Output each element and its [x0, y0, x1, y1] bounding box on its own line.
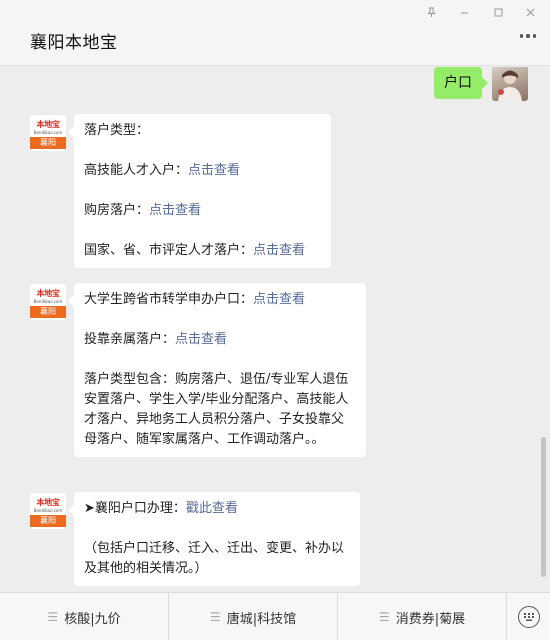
menu-icon: ☰ — [209, 610, 221, 624]
message-paragraph: （包括户口迁移、迁入、迁出、变更、补办以及其他的相关情况。） — [84, 541, 345, 576]
message-line: 大学生跨省市转学申办户口：点击查看 — [84, 292, 306, 307]
menu-icon: ☰ — [378, 610, 390, 624]
message-line: ➤襄阳户口办理：戳此查看 — [84, 501, 238, 516]
account-avatar[interactable]: 本地宝 Bendibao.com 襄阳 — [30, 284, 66, 320]
view-link[interactable]: 点击查看 — [149, 203, 201, 218]
view-link[interactable]: 点击查看 — [253, 292, 305, 307]
message-bubble[interactable]: 大学生跨省市转学申办户口：点击查看 投靠亲属落户：点击查看 落户类型包含：购房落… — [68, 283, 366, 457]
chat-scrollbar[interactable] — [541, 437, 546, 577]
maximize-icon[interactable] — [490, 4, 506, 20]
message-bubble[interactable]: 落户类型： 高技能人才入户：点击查看 购房落户：点击查看 国家、省、市评定人才落… — [68, 114, 331, 268]
message-line: 高技能人才入户：点击查看 — [84, 163, 241, 178]
ellipsis-icon[interactable] — [519, 34, 536, 38]
message-bubble[interactable]: ➤襄阳户口办理：戳此查看 （包括户口迁移、迁入、迁出、变更、补办以及其他的相关情… — [68, 492, 360, 586]
view-link[interactable]: 点击查看 — [188, 163, 240, 178]
account-avatar[interactable]: 本地宝 Bendibao.com 襄阳 — [30, 493, 66, 529]
menu-item-xiaofeiquan[interactable]: ☰ 消费券|菊展 — [338, 593, 507, 640]
account-avatar[interactable]: 本地宝 Bendibao.com 襄阳 — [30, 115, 66, 151]
my-avatar[interactable] — [492, 67, 528, 101]
my-message-bubble[interactable]: 户口 — [434, 67, 488, 99]
account-menu-bar: ☰ 核酸|九价 ☰ 唐城|科技馆 ☰ 消费券|菊展 — [0, 592, 550, 640]
chat-area[interactable]: 户口 本地宝 Bendibao.com 襄阳 落户类型： 高技能人才入户：点击查… — [0, 67, 550, 592]
minimize-icon[interactable] — [456, 4, 472, 20]
title-bar: 襄阳本地宝 — [0, 0, 550, 66]
view-link[interactable]: 点击查看 — [175, 332, 227, 347]
message-line: 国家、省、市评定人才落户：点击查看 — [84, 243, 306, 258]
close-icon[interactable] — [522, 4, 538, 20]
message-line: 落户类型： — [84, 123, 150, 138]
view-link[interactable]: 戳此查看 — [186, 501, 238, 516]
chat-title: 襄阳本地宝 — [30, 33, 118, 53]
view-link[interactable]: 点击查看 — [253, 243, 305, 258]
message-line: 购房落户：点击查看 — [84, 203, 202, 218]
pin-icon[interactable] — [423, 4, 439, 20]
menu-item-hesuan[interactable]: ☰ 核酸|九价 — [0, 593, 169, 640]
menu-item-tangcheng[interactable]: ☰ 唐城|科技馆 — [169, 593, 338, 640]
message-line: 投靠亲属落户：点击查看 — [84, 332, 228, 347]
message-paragraph: 落户类型包含：购房落户、退伍/专业军人退伍安置落户、学生入学/毕业分配落户、高技… — [84, 372, 349, 447]
keyboard-icon[interactable] — [507, 593, 550, 640]
menu-icon: ☰ — [47, 610, 59, 624]
